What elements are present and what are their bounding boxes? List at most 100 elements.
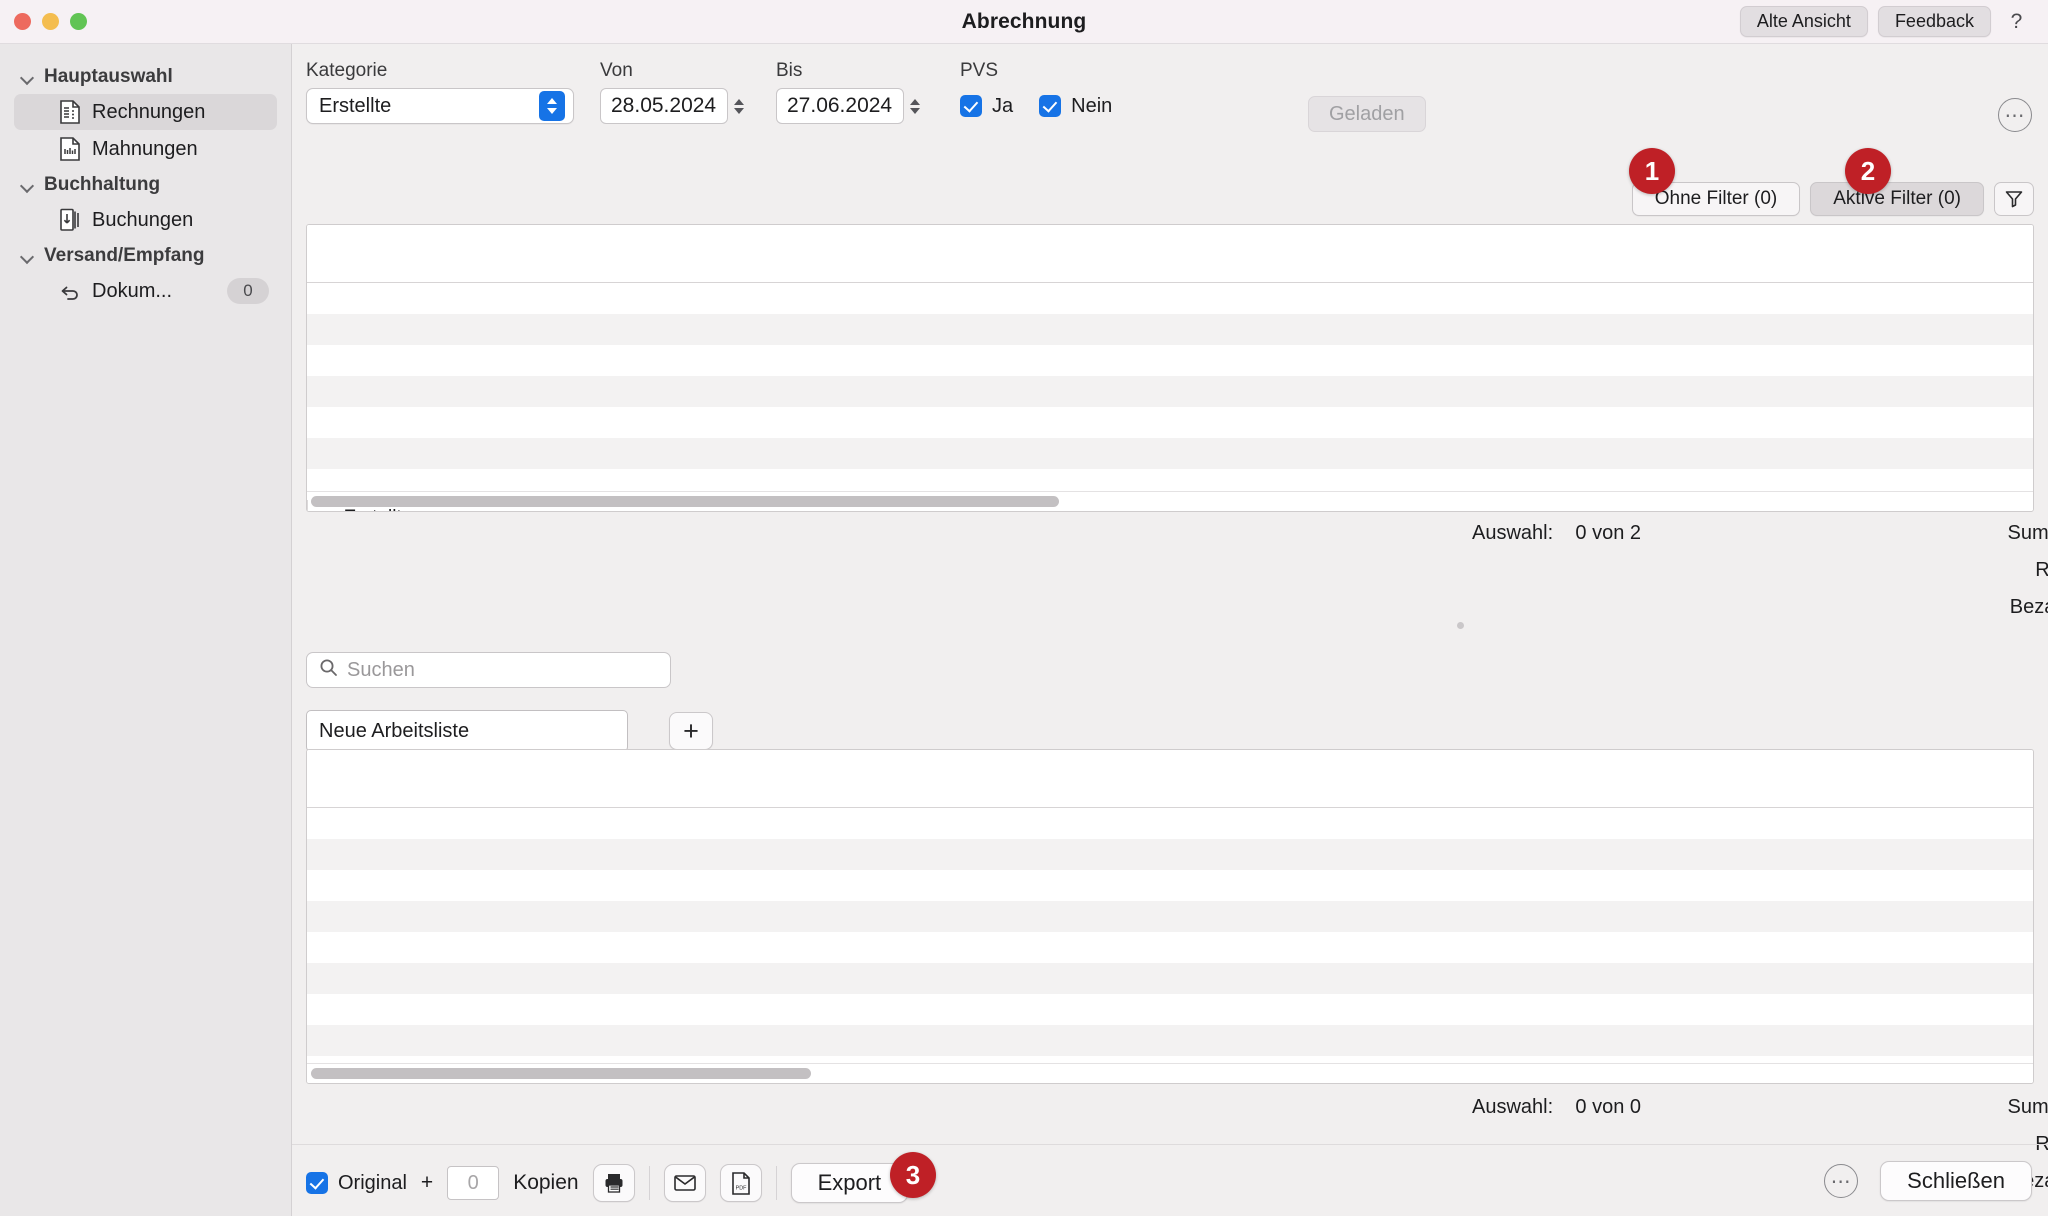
scrollbar-thumb[interactable] xyxy=(311,1068,811,1079)
ellipsis-circle-icon[interactable]: ⋯ xyxy=(1824,1164,1859,1198)
divider xyxy=(775,1166,777,1200)
von-field: Von 28.05.2024 xyxy=(600,60,744,124)
pvs-field: PVS Ja Nein xyxy=(960,60,1112,124)
search-input[interactable]: Suchen xyxy=(306,652,671,688)
annotation-badge-2: 2 xyxy=(1845,148,1891,194)
bottom-toolbar: Original + 0 Kopien PDF Export ⋯ Schließ… xyxy=(292,1144,2048,1216)
pvs-nein-checkbox[interactable]: Nein xyxy=(1039,95,1112,118)
horizontal-scrollbar[interactable] xyxy=(307,491,2033,511)
pdf-document-icon[interactable]: PDF xyxy=(719,1164,762,1202)
envelope-icon[interactable] xyxy=(663,1164,706,1202)
original-checkbox[interactable]: Original xyxy=(306,1172,407,1195)
printer-icon[interactable] xyxy=(592,1164,635,1202)
table-row-empty xyxy=(307,839,2033,870)
worklist-name-input[interactable]: Neue Arbeitsliste xyxy=(306,710,628,752)
pvs-ja-checkbox[interactable]: Ja xyxy=(960,95,1013,118)
pvs-ja-label: Ja xyxy=(992,94,1014,117)
sidebar-group-label: Buchhaltung xyxy=(44,173,161,195)
undo-arrow-icon xyxy=(59,279,81,303)
invoice-document-icon xyxy=(59,100,81,124)
divider xyxy=(648,1166,650,1200)
ellipsis-circle-icon[interactable]: ⋯ xyxy=(1998,98,2032,132)
chevron-down-icon xyxy=(21,178,35,192)
alte-ansicht-button[interactable]: Alte Ansicht xyxy=(1739,6,1868,37)
horizontal-scrollbar[interactable] xyxy=(307,1063,2033,1083)
table-row-empty xyxy=(307,376,2033,407)
summary-label: Bezahlt: xyxy=(2009,596,2048,618)
invoices-table[interactable]: Erstellt am⌃Letzte Leistu...Re.-Nr.NameR… xyxy=(306,224,2034,512)
sidebar-item-buchungen[interactable]: Buchungen xyxy=(14,202,277,238)
sidebar: Hauptauswahl Rechnungen Mahnungen Buchha… xyxy=(0,44,292,1216)
table-body xyxy=(307,808,2033,1083)
geladen-button-wrap: Geladen xyxy=(1308,96,1426,132)
summary-bottom-auswahl: Auswahl: 0 von 0 xyxy=(1472,1096,1641,1119)
bis-stepper[interactable] xyxy=(910,98,920,114)
von-stepper[interactable] xyxy=(734,98,744,114)
bis-date-value: 27.06.2024 xyxy=(787,94,893,117)
sidebar-item-label: Mahnungen xyxy=(92,137,198,160)
bottom-right-actions: ⋯ Schließen xyxy=(1824,1161,2032,1201)
search-icon xyxy=(319,658,338,682)
table-row-empty xyxy=(307,901,2033,932)
sidebar-item-label: Rechnungen xyxy=(92,100,206,123)
window-titlebar: Abrechnung Alte Ansicht Feedback ? xyxy=(0,0,2048,44)
search-placeholder: Suchen xyxy=(347,658,415,681)
filter-toolbar: Kategorie Erstellte Von 28.05.2024 Bis 2… xyxy=(292,44,2048,144)
funnel-filter-icon[interactable] xyxy=(1994,182,2034,216)
table-body xyxy=(307,283,2033,500)
original-label: Original xyxy=(338,1171,407,1194)
table-row-empty xyxy=(307,932,2033,963)
kategorie-select[interactable]: Erstellte xyxy=(306,88,574,124)
summary-label: Summe: xyxy=(2007,1096,2048,1118)
checkmark-icon xyxy=(1039,95,1062,117)
add-worklist-button[interactable]: + xyxy=(669,712,713,750)
resize-handle-dot[interactable] xyxy=(1457,622,1464,629)
auswahl-label: Auswahl: xyxy=(1472,522,1554,544)
worklist-name-value: Neue Arbeitsliste xyxy=(319,719,470,742)
column-header-erstellt-am[interactable]: Erstellt am⌃ xyxy=(307,500,469,511)
table-row-empty xyxy=(307,345,2033,376)
schliessen-button[interactable]: Schließen xyxy=(1880,1161,2032,1201)
bis-label: Bis xyxy=(776,60,803,81)
chevron-up-icon: ⌃ xyxy=(442,510,455,511)
sidebar-group-buchhaltung[interactable]: Buchhaltung xyxy=(0,168,291,201)
sidebar-item-label: Dokum... xyxy=(92,279,173,302)
summary-top-totals: Summe:von7,82Real:von17,99Bezahlt:von8,9… xyxy=(1812,522,2048,619)
summary-top-auswahl: Auswahl: 0 von 2 xyxy=(1472,522,1641,545)
geladen-button: Geladen xyxy=(1308,96,1426,132)
chevron-down-icon xyxy=(21,70,35,84)
filter-more-button-wrap: ⋯ xyxy=(1998,98,2032,132)
sidebar-item-badge: 0 xyxy=(227,278,269,304)
table-row-empty xyxy=(307,994,2033,1025)
help-icon[interactable]: ? xyxy=(2001,6,2032,37)
kopien-input[interactable]: 0 xyxy=(447,1166,500,1200)
sidebar-group-versand-empfang[interactable]: Versand/Empfang xyxy=(0,239,291,272)
sidebar-item-dokumente[interactable]: Dokum... 0 xyxy=(14,273,277,309)
table-header-row xyxy=(307,750,2033,808)
von-label: Von xyxy=(600,60,633,81)
sidebar-item-rechnungen[interactable]: Rechnungen xyxy=(14,94,277,130)
table-row-empty xyxy=(307,314,2033,345)
bookings-document-icon xyxy=(59,208,81,232)
feedback-button[interactable]: Feedback xyxy=(1877,6,1991,37)
table-row-empty xyxy=(307,870,2033,901)
checkmark-icon xyxy=(960,95,982,117)
pvs-nein-label: Nein xyxy=(1071,94,1113,117)
bis-date-input[interactable]: 27.06.2024 xyxy=(776,88,904,124)
kategorie-value: Erstellte xyxy=(319,94,392,117)
summary-label: Summe: xyxy=(2007,522,2048,544)
reminder-document-icon xyxy=(59,137,81,161)
chevron-updown-icon[interactable] xyxy=(539,91,565,121)
worklist-table[interactable]: Erstellt amRe.-Nr.NameReal (brutto) €USt… xyxy=(306,749,2034,1084)
table-row-empty xyxy=(307,438,2033,469)
summary-label: Real: xyxy=(2035,559,2048,581)
chevron-down-icon xyxy=(21,249,35,263)
sidebar-item-mahnungen[interactable]: Mahnungen xyxy=(14,131,277,167)
von-date-input[interactable]: 28.05.2024 xyxy=(600,88,728,124)
sidebar-group-hauptauswahl[interactable]: Hauptauswahl xyxy=(0,60,291,93)
aktive-filter-button[interactable]: Aktive Filter (0) xyxy=(1810,182,1984,216)
annotation-badge-1: 1 xyxy=(1629,148,1675,194)
table-row-empty xyxy=(307,963,2033,994)
print-options: Original + 0 Kopien PDF Export xyxy=(306,1163,909,1203)
kopien-value: 0 xyxy=(467,1171,479,1194)
